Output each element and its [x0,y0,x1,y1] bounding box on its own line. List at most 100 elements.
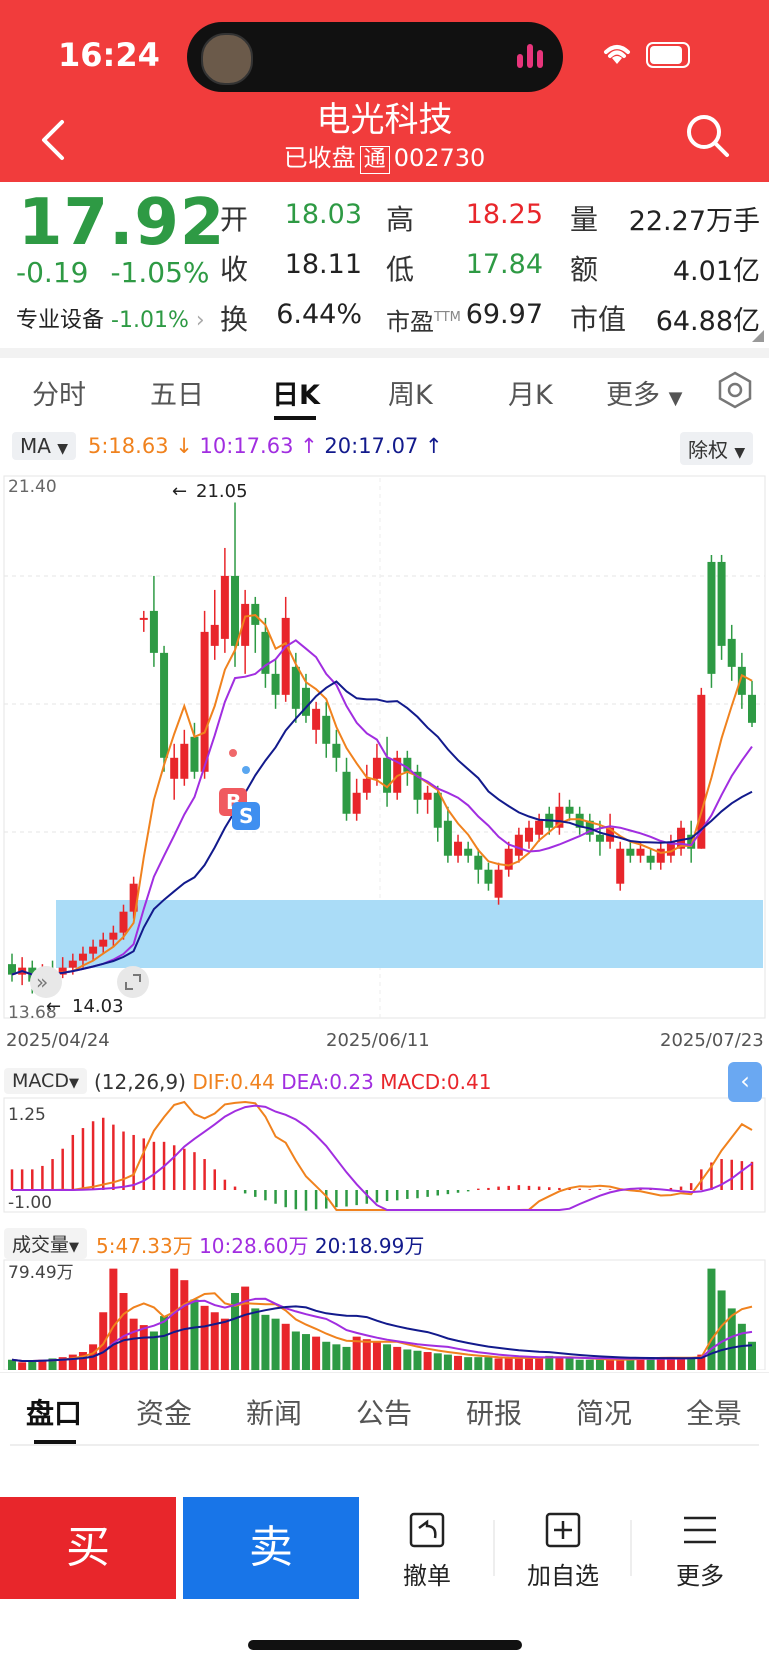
macd-y-bottom: -1.00 [8,1193,52,1213]
volume-bar [524,1357,533,1370]
tab-profile[interactable]: 简况 [576,1392,632,1432]
tab-divider [0,1372,769,1373]
adjust-select[interactable]: 除权 ▼ [680,432,754,465]
volume-bar [413,1350,422,1370]
arrow-up-icon: ↑ [418,434,443,458]
candle-body [433,792,442,828]
caret-down-icon: ▼ [68,1076,79,1091]
volume-bar [575,1359,584,1370]
macd-panel [3,1097,766,1213]
macd-select[interactable]: MACD▼ [4,1068,87,1094]
candle-body [464,848,473,856]
volume-bar [535,1357,544,1370]
candle-body [504,848,513,870]
tab-monthly-k[interactable]: 月K [508,373,553,412]
stock-name: 电光科技 [316,100,453,140]
tab-daily-k[interactable]: 日K [272,373,320,412]
candle-body [707,561,716,674]
active-tab-indicator [274,416,316,420]
volume-bar [616,1359,625,1370]
cancel-order-button[interactable]: 撤单 [372,1510,482,1591]
caret-down-icon: ▼ [69,1240,80,1255]
buy-button[interactable]: 买 [0,1497,176,1599]
expand-corner-icon[interactable] [752,330,764,342]
section-divider [0,348,769,358]
field-label: 开 [220,203,249,236]
change-percent: -1.05% [110,256,210,289]
volume-bar [220,1318,229,1370]
tab-overview[interactable]: 全景 [686,1392,742,1432]
candle-body [322,715,331,744]
candle-body [514,834,523,856]
volume-bar [109,1268,118,1370]
tong-badge: 通 [359,146,390,174]
candle-body [646,855,655,863]
volume-bar [18,1362,27,1370]
caret-down-icon: ▼ [57,441,69,457]
tab-more[interactable]: 更多 ▼ [606,373,682,412]
search-icon[interactable] [684,112,732,160]
volume-values: 5:47.33万 10:28.60万 20:18.99万 [96,1230,424,1259]
sell-button[interactable]: 卖 [183,1497,359,1599]
volume-bar [119,1293,128,1370]
candle-body [109,932,118,940]
chevron-right-icon: › [195,308,205,333]
low-marker-arrow-icon: ← [46,996,61,1017]
candle-body [494,869,503,898]
tab-five-day[interactable]: 五日 [150,373,204,412]
add-watchlist-button[interactable]: 加自选 [508,1510,618,1591]
candle-body [748,694,756,723]
tab-orderbook[interactable]: 盘口 [26,1392,82,1432]
arrow-down-icon: ↓ [168,434,200,458]
date-start: 2025/04/24 [6,1030,110,1051]
candle-body [372,757,381,779]
volume-bar [474,1357,483,1370]
tab-more-label: 更多 [606,380,660,411]
candle-body [139,617,148,620]
volume-bar [372,1341,381,1370]
side-panel-toggle[interactable]: ‹ [728,1062,762,1102]
volume-bar [332,1344,341,1370]
candle-body [443,820,452,856]
sector-link[interactable]: 专业设备 -1.01% › [16,302,205,334]
add-box-icon [545,1512,581,1548]
candle-body [190,736,199,772]
candle-body [160,652,169,758]
volume-panel [3,1259,766,1370]
volume-select[interactable]: 成交量▼ [4,1228,88,1259]
volume-bar [504,1358,513,1370]
volume-bar [301,1334,310,1370]
tab-weekly-k[interactable]: 周K [388,373,433,412]
volume-bar [484,1357,493,1370]
candle-body [727,638,736,667]
menu-icon [684,1516,716,1544]
field-value: 18.03 [284,199,362,230]
indicator-select[interactable]: MA ▼ [12,432,77,460]
macd-dif: DIF:0.44 [192,1070,275,1094]
tab-announcement[interactable]: 公告 [356,1392,412,1432]
candle-body [595,834,604,842]
candle-body [616,848,625,884]
more-button[interactable]: 更多 [645,1510,755,1591]
last-price: 17.92 [18,186,226,260]
macd-y-top: 1.25 [8,1105,46,1125]
settings-hexagon-icon[interactable] [715,370,755,410]
tab-research[interactable]: 研报 [466,1392,522,1432]
date-end: 2025/07/23 [660,1030,764,1051]
candle-body [231,575,240,646]
section-line [10,1444,759,1446]
tab-capital[interactable]: 资金 [136,1392,192,1432]
candle-body [474,855,483,870]
macd-value: MACD:0.41 [380,1070,492,1094]
tab-intraday[interactable]: 分时 [32,373,86,412]
caret-down-icon: ▼ [734,445,746,461]
vol-ma20: 20:18.99万 [314,1234,425,1258]
stock-code: 002730 [393,144,486,172]
tab-news[interactable]: 新闻 [246,1392,302,1432]
candle-body [332,743,341,758]
fullscreen-button[interactable] [117,966,149,998]
volume-bar [160,1316,169,1370]
high-marker-arrow-icon: ← [172,481,187,502]
candle-body [291,666,300,709]
now-playing-avatar [201,33,253,85]
